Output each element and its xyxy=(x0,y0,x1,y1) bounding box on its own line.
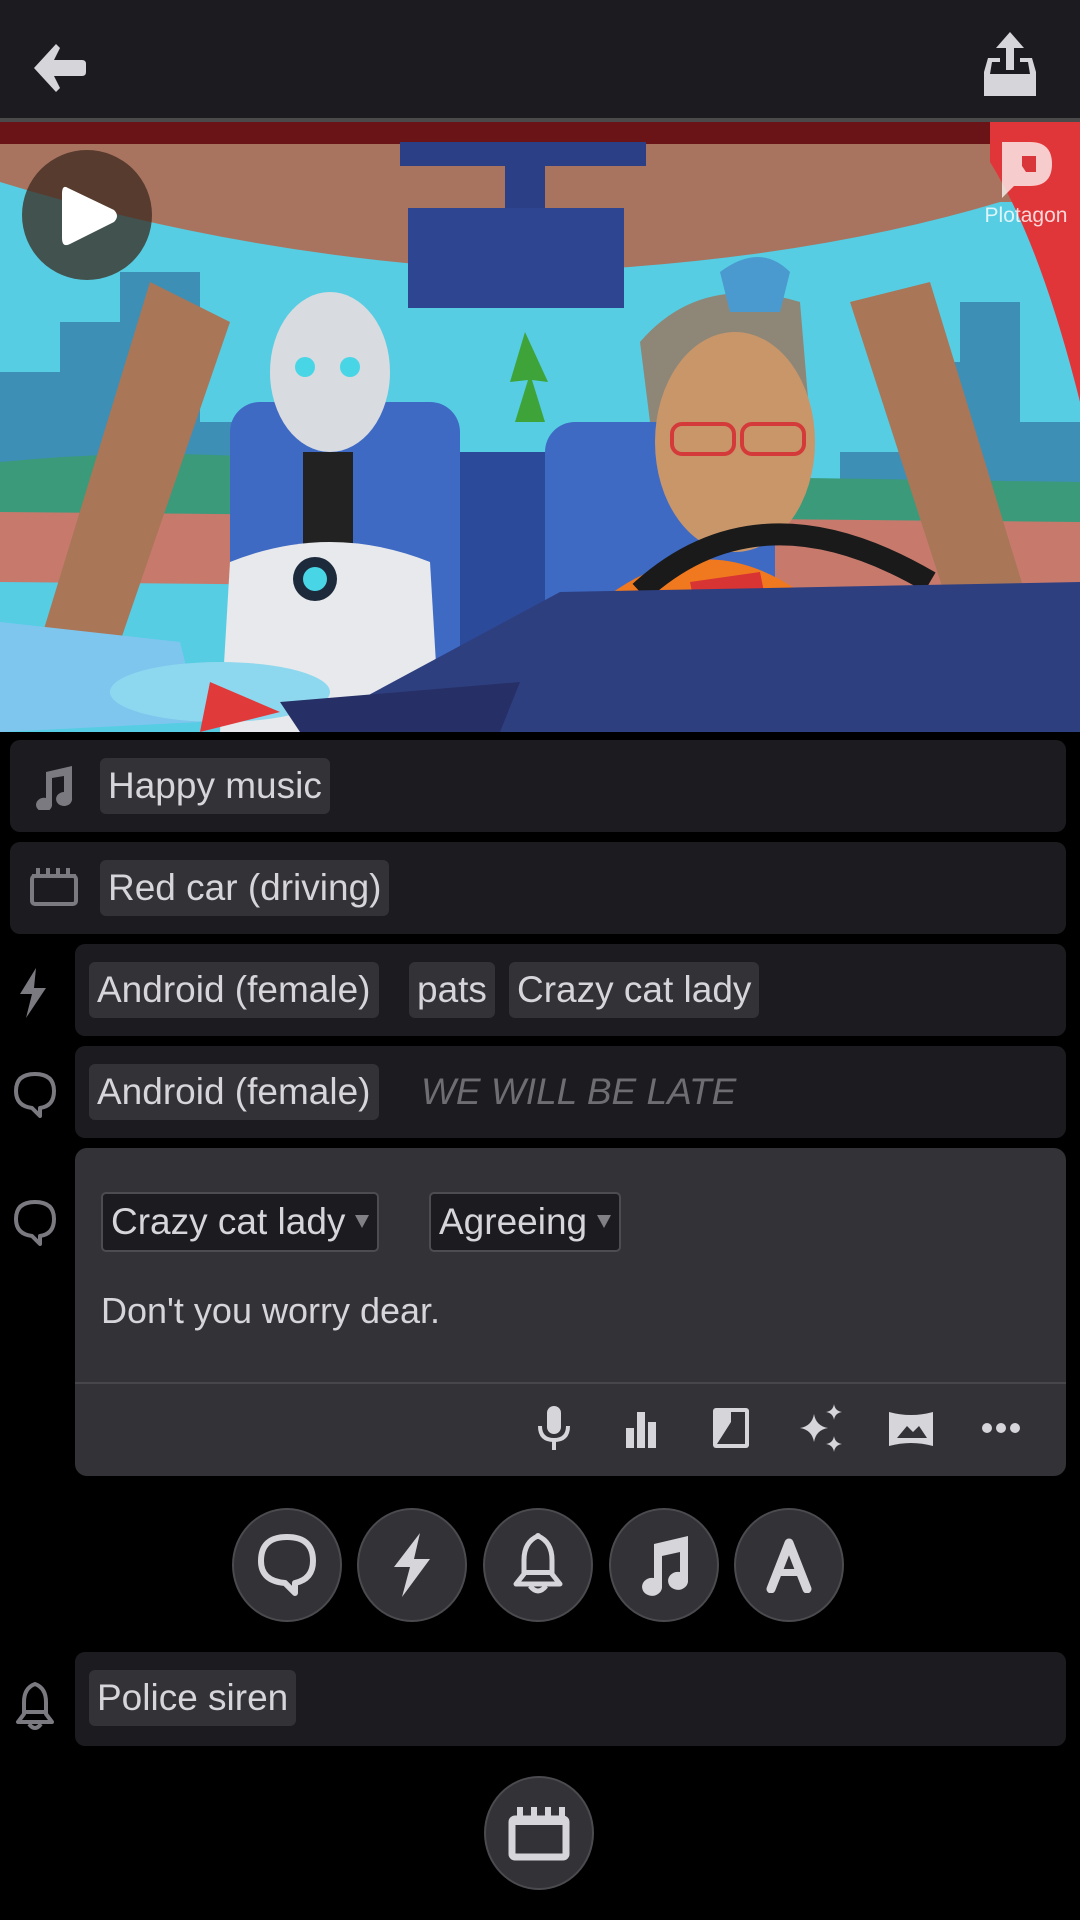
more-icon xyxy=(982,1423,1020,1433)
speech-bubble-icon xyxy=(14,1200,56,1246)
chevron-down-icon xyxy=(597,1214,612,1228)
speech-bubble-icon xyxy=(14,1072,56,1118)
sound-effect-chip[interactable]: Police siren xyxy=(89,1670,297,1726)
play-button[interactable] xyxy=(22,150,152,280)
add-action-button[interactable] xyxy=(357,1508,467,1622)
speech-bubble-icon xyxy=(258,1534,316,1596)
emotion-select-value: Agreeing xyxy=(439,1201,588,1242)
plotagon-logo-icon xyxy=(1002,142,1052,198)
music-chip[interactable]: Happy music xyxy=(100,758,330,814)
dialogue-text[interactable]: WE WILL BE LATE xyxy=(421,1064,736,1120)
export-upload-icon xyxy=(984,32,1036,96)
watermark-text: Plotagon xyxy=(984,204,1068,227)
scene-image xyxy=(0,122,1080,732)
video-preview[interactable]: Plotagon xyxy=(0,122,1080,732)
add-text-button[interactable] xyxy=(734,1508,844,1622)
bell-icon xyxy=(513,1533,563,1594)
scene-chip[interactable]: Red car (driving) xyxy=(100,860,390,916)
dialogue-line-input[interactable]: Don't you worry dear. xyxy=(101,1290,440,1332)
add-sound-effect-button[interactable] xyxy=(483,1508,593,1622)
music-row[interactable]: Happy music xyxy=(10,740,1066,832)
music-note-icon xyxy=(36,766,73,810)
dialogue-actor-chip[interactable]: Android (female) xyxy=(89,1064,379,1120)
action-target-chip[interactable]: Crazy cat lady xyxy=(509,962,760,1018)
chevron-down-icon xyxy=(355,1214,370,1228)
back-button[interactable] xyxy=(30,40,90,96)
volume-levels-button[interactable] xyxy=(612,1400,668,1456)
sound-effect-row[interactable]: Police siren xyxy=(75,1652,1066,1746)
bell-icon xyxy=(16,1682,54,1730)
plotagon-watermark: Plotagon xyxy=(978,132,1074,242)
action-row[interactable]: Android (female) pats Crazy cat lady xyxy=(75,944,1066,1036)
dialogue-editor-card: Crazy cat lady Agreeing Don't you worry … xyxy=(75,1148,1066,1476)
add-scene-button[interactable] xyxy=(484,1776,594,1890)
background-button[interactable] xyxy=(883,1400,939,1456)
add-dialogue-button[interactable] xyxy=(232,1508,342,1622)
record-voice-button[interactable] xyxy=(526,1400,582,1456)
lightning-icon xyxy=(394,1533,430,1597)
action-actor-chip[interactable]: Android (female) xyxy=(89,962,379,1018)
microphone-icon xyxy=(538,1406,570,1450)
card-divider xyxy=(75,1382,1066,1384)
arrow-left-icon xyxy=(34,44,86,92)
top-bar xyxy=(0,0,1080,122)
character-select-value: Crazy cat lady xyxy=(111,1201,346,1242)
bar-chart-icon xyxy=(626,1412,656,1448)
play-icon xyxy=(62,186,117,246)
effects-button[interactable] xyxy=(794,1400,850,1456)
camera-angle-button[interactable] xyxy=(703,1400,759,1456)
clapperboard-icon xyxy=(508,1807,570,1861)
camera-angle-icon xyxy=(713,1408,749,1448)
dialogue-row[interactable]: Android (female) WE WILL BE LATE xyxy=(75,1046,1066,1138)
sparkles-icon xyxy=(800,1404,842,1452)
add-music-button[interactable] xyxy=(609,1508,719,1622)
text-letter-a-icon xyxy=(766,1538,812,1593)
more-options-button[interactable] xyxy=(973,1400,1029,1456)
lightning-icon xyxy=(20,968,46,1018)
action-verb-chip[interactable]: pats xyxy=(409,962,495,1018)
clapperboard-icon xyxy=(30,868,78,906)
panorama-icon xyxy=(889,1412,933,1446)
scene-row[interactable]: Red car (driving) xyxy=(10,842,1066,934)
character-select[interactable]: Crazy cat lady xyxy=(101,1192,380,1252)
export-button[interactable] xyxy=(980,32,1040,98)
music-note-icon xyxy=(642,1536,689,1596)
emotion-select[interactable]: Agreeing xyxy=(429,1192,622,1252)
